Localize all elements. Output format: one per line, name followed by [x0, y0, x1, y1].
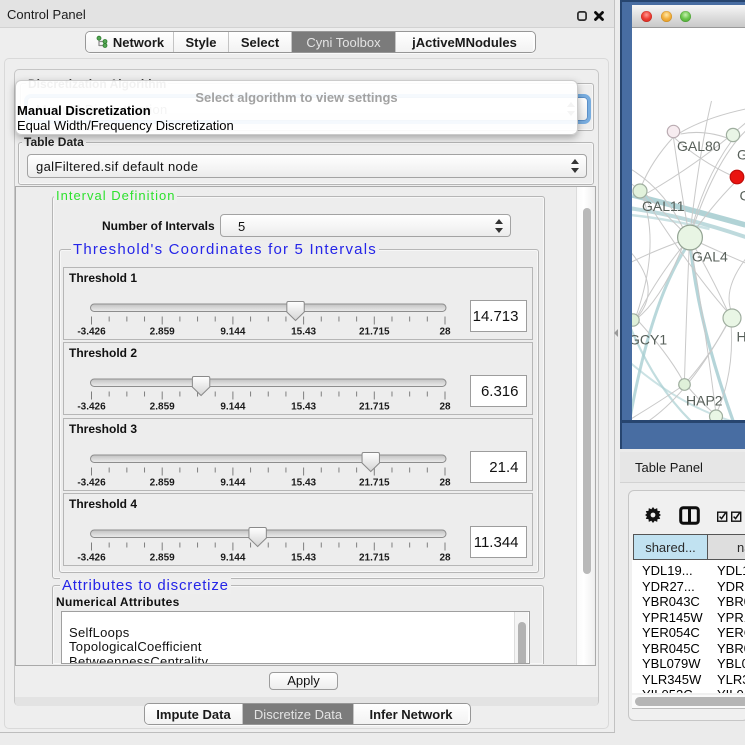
svg-text:28: 28	[439, 402, 451, 413]
svg-text:G.: G.	[737, 147, 745, 163]
svg-text:15.43: 15.43	[291, 553, 316, 564]
svg-text:21.715: 21.715	[359, 478, 390, 489]
svg-text:GCY1: GCY1	[632, 332, 667, 348]
svg-text:2.859: 2.859	[150, 327, 175, 338]
svg-text:9.144: 9.144	[220, 553, 245, 564]
svg-text:HAP2: HAP2	[686, 393, 723, 409]
svg-text:15.43: 15.43	[291, 327, 316, 338]
svg-text:9.144: 9.144	[220, 402, 245, 413]
svg-text:15.43: 15.43	[291, 402, 316, 413]
svg-text:28: 28	[439, 478, 451, 489]
svg-text:C: C	[740, 188, 745, 204]
svg-text:2.859: 2.859	[150, 402, 175, 413]
svg-text:21.715: 21.715	[359, 402, 390, 413]
svg-text:2.859: 2.859	[150, 478, 175, 489]
svg-text:GAL4: GAL4	[692, 249, 728, 265]
svg-text:9.144: 9.144	[220, 327, 245, 338]
svg-text:GAL11: GAL11	[642, 198, 685, 214]
svg-text:21.715: 21.715	[359, 553, 390, 564]
svg-text:GAL80: GAL80	[677, 138, 721, 154]
svg-text:-3.426: -3.426	[77, 478, 106, 489]
svg-text:2.859: 2.859	[150, 553, 175, 564]
svg-text:-3.426: -3.426	[77, 327, 106, 338]
svg-text:-3.426: -3.426	[77, 402, 106, 413]
svg-text:28: 28	[439, 327, 451, 338]
svg-text:28: 28	[439, 553, 451, 564]
svg-text:21.715: 21.715	[359, 327, 390, 338]
svg-text:15.43: 15.43	[291, 478, 316, 489]
svg-text:9.144: 9.144	[220, 478, 245, 489]
svg-text:-3.426: -3.426	[77, 553, 106, 564]
svg-text:H: H	[737, 329, 745, 345]
